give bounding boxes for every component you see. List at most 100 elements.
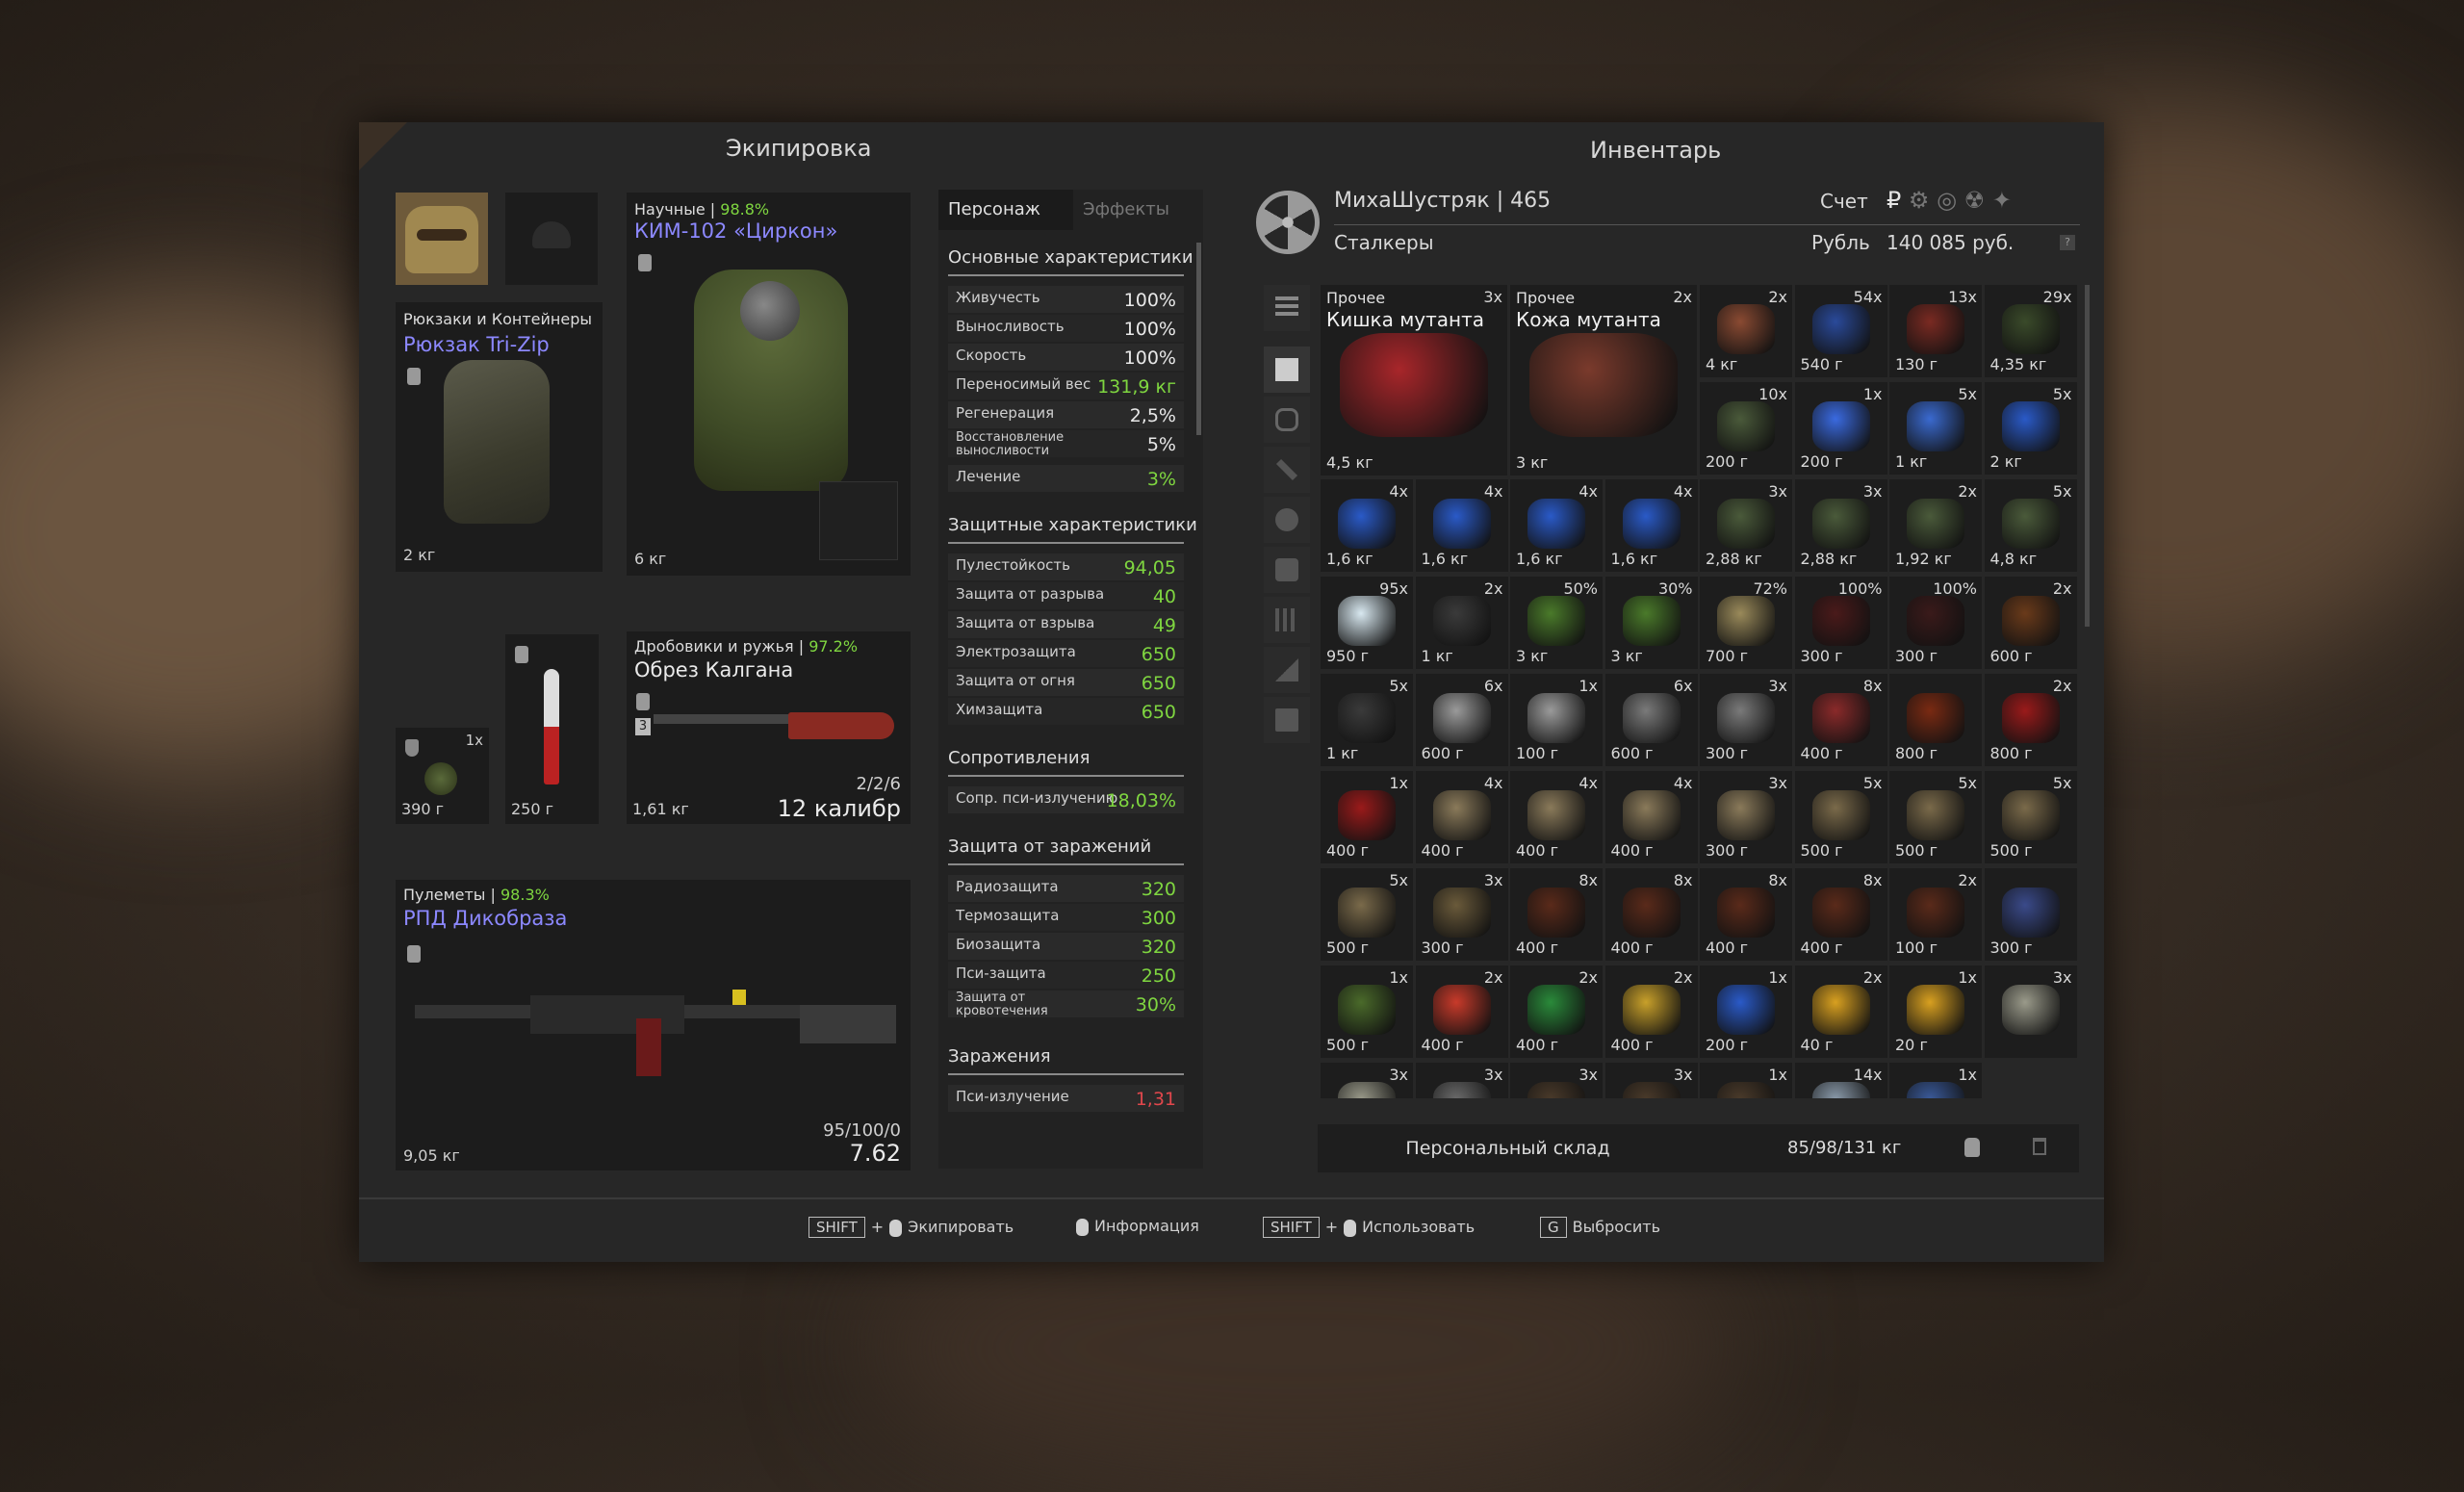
inventory-item[interactable]: 1x 100 г bbox=[1510, 674, 1603, 766]
inventory-item[interactable]: 3x 300 г bbox=[1700, 771, 1792, 863]
inventory-item[interactable]: 2x 400 г bbox=[1510, 965, 1603, 1058]
inventory-item[interactable]: 72% 700 г bbox=[1700, 577, 1792, 669]
inventory-item[interactable]: 8x 400 г bbox=[1794, 868, 1887, 961]
inventory-item[interactable]: 2x 40 г bbox=[1794, 965, 1887, 1058]
inventory-item[interactable]: 3x bbox=[1604, 1063, 1698, 1098]
inventory-item[interactable]: 3x 300 г bbox=[1700, 674, 1792, 766]
tab-character[interactable]: Персонаж bbox=[938, 190, 1073, 230]
inventory-item[interactable]: 1x 200 г bbox=[1794, 382, 1887, 475]
inventory-item[interactable]: 29x 4,35 кг bbox=[1984, 285, 2077, 377]
stat-value: 2,5% bbox=[1129, 405, 1176, 426]
helmet-slot[interactable] bbox=[505, 193, 598, 285]
knife-slot[interactable]: 250 г bbox=[505, 634, 599, 824]
stat-section-title: Защита от заражений bbox=[948, 836, 1152, 857]
inventory-scrollbar[interactable] bbox=[2085, 285, 2090, 627]
inventory-item[interactable]: 4x 400 г bbox=[1415, 771, 1508, 863]
filter-link-icon[interactable] bbox=[1264, 397, 1310, 443]
inventory-item[interactable]: 4x 1,6 кг bbox=[1510, 479, 1603, 572]
filter-artifact-icon[interactable] bbox=[1264, 497, 1310, 543]
tab-effects[interactable]: Эффекты bbox=[1083, 190, 1169, 230]
inventory-item[interactable]: 5x 500 г bbox=[1984, 771, 2077, 863]
inventory-item[interactable]: 2x 800 г bbox=[1984, 674, 2077, 766]
inventory-item[interactable]: 8x 400 г bbox=[1510, 868, 1603, 961]
personal-storage-button[interactable]: Персональный склад bbox=[1318, 1124, 1698, 1172]
inventory-item[interactable]: 3x bbox=[1321, 1063, 1413, 1098]
inventory-item[interactable]: 8x 400 г bbox=[1604, 868, 1698, 961]
armor-mod-slot[interactable] bbox=[819, 481, 898, 560]
backpack-slot[interactable]: Рюкзаки и Контейнеры Рюкзак Tri-Zip 2 кг bbox=[396, 302, 603, 572]
currency-icons[interactable]: ₽ ⚙ ◎ ☢ ✦ bbox=[1886, 187, 2012, 214]
machinegun-slot[interactable]: Пулеметы | 98.3% РПД Дикобраза 95/100/0 … bbox=[396, 880, 911, 1170]
inventory-item[interactable]: 3x 300 г bbox=[1415, 868, 1508, 961]
gear-icon[interactable]: ⚙ bbox=[1909, 187, 1930, 214]
inventory-item[interactable]: 5x 1 кг bbox=[1889, 382, 1982, 475]
inventory-item[interactable]: 4x 400 г bbox=[1604, 771, 1698, 863]
filter-camera-icon[interactable] bbox=[1264, 547, 1310, 593]
grenade-slot[interactable]: 1x 390 г bbox=[396, 728, 489, 824]
inventory-item[interactable]: 3x bbox=[1984, 965, 2077, 1058]
inventory-item[interactable]: 54x 540 г bbox=[1794, 285, 1887, 377]
inventory-item[interactable]: 30% 3 кг bbox=[1604, 577, 1698, 669]
filter-storage-icon[interactable] bbox=[1264, 697, 1310, 743]
inventory-item[interactable]: 95x 950 г bbox=[1321, 577, 1413, 669]
info-icon[interactable]: ? bbox=[2060, 235, 2075, 250]
inventory-item-large[interactable]: Прочее Кишка мутанта 3x 4,5 кг bbox=[1321, 285, 1507, 476]
inventory-item[interactable]: 1x 400 г bbox=[1321, 771, 1413, 863]
inventory-item[interactable]: 50% 3 кг bbox=[1510, 577, 1603, 669]
inventory-item[interactable]: 2x 1 кг bbox=[1415, 577, 1508, 669]
inventory-item[interactable]: 3x 2,88 кг bbox=[1700, 479, 1792, 572]
inventory-item[interactable]: 2x 400 г bbox=[1604, 965, 1698, 1058]
inventory-item[interactable]: 5x 500 г bbox=[1321, 868, 1413, 961]
coin-icon[interactable]: ◎ bbox=[1937, 187, 1957, 214]
inventory-item[interactable]: 5x 1 кг bbox=[1321, 674, 1413, 766]
stats-scrollbar[interactable] bbox=[1196, 243, 1201, 435]
filter-list-view[interactable] bbox=[1264, 285, 1310, 331]
inventory-item[interactable]: 1x bbox=[1700, 1063, 1792, 1098]
inventory-item[interactable]: 1x 20 г bbox=[1889, 965, 1982, 1058]
inventory-item[interactable]: 6x 600 г bbox=[1604, 674, 1698, 766]
inventory-item[interactable]: 3x 2,88 кг bbox=[1794, 479, 1887, 572]
inventory-item[interactable]: 300 г bbox=[1984, 868, 2077, 961]
item-count: 4x bbox=[1578, 774, 1598, 792]
item-weight: 2,88 кг bbox=[1800, 550, 1858, 568]
filter-grid-view[interactable] bbox=[1264, 347, 1310, 393]
inventory-item[interactable]: 4x 400 г bbox=[1510, 771, 1603, 863]
ruble-icon[interactable]: ₽ bbox=[1886, 187, 1901, 214]
inventory-item[interactable]: 3x bbox=[1415, 1063, 1508, 1098]
inventory-item[interactable]: 800 г bbox=[1889, 674, 1982, 766]
inventory-item[interactable]: 2x 4 кг bbox=[1700, 285, 1792, 377]
inventory-item[interactable]: 5x 2 кг bbox=[1984, 382, 2077, 475]
inventory-item[interactable]: 2x 600 г bbox=[1984, 577, 2077, 669]
filter-ammo-icon[interactable] bbox=[1264, 597, 1310, 643]
inventory-item[interactable]: 100% 300 г bbox=[1889, 577, 1982, 669]
inventory-item[interactable]: 14x bbox=[1794, 1063, 1887, 1098]
inventory-item[interactable]: 6x 600 г bbox=[1415, 674, 1508, 766]
trash-icon[interactable] bbox=[2033, 1138, 2046, 1155]
mask-slot[interactable] bbox=[396, 193, 488, 285]
inventory-item[interactable]: 8x 400 г bbox=[1700, 868, 1792, 961]
inventory-item[interactable]: 8x 400 г bbox=[1794, 674, 1887, 766]
inventory-item[interactable]: 5x 500 г bbox=[1889, 771, 1982, 863]
inventory-item[interactable]: 2x 100 г bbox=[1889, 868, 1982, 961]
filter-weapon-icon[interactable] bbox=[1264, 447, 1310, 493]
inventory-item-large[interactable]: Прочее Кожа мутанта 2x 3 кг bbox=[1510, 285, 1697, 476]
inventory-item[interactable]: 10x 200 г bbox=[1700, 382, 1792, 475]
inventory-item[interactable]: 2x 1,92 кг bbox=[1889, 479, 1982, 572]
inventory-item[interactable]: 2x 400 г bbox=[1415, 965, 1508, 1058]
inventory-item[interactable]: 4x 1,6 кг bbox=[1415, 479, 1508, 572]
inventory-item[interactable]: 13x 130 г bbox=[1889, 285, 1982, 377]
armor-slot[interactable]: Научные | 98.8% КИМ-102 «Циркон» 6 кг bbox=[627, 193, 911, 576]
inventory-item[interactable]: 4x 1,6 кг bbox=[1321, 479, 1413, 572]
inventory-item[interactable]: 1x bbox=[1889, 1063, 1982, 1098]
filter-misc-icon[interactable] bbox=[1264, 647, 1310, 693]
token-icon[interactable]: ✦ bbox=[1992, 187, 2012, 214]
inventory-item[interactable]: 5x 4,8 кг bbox=[1984, 479, 2077, 572]
inventory-item[interactable]: 1x 200 г bbox=[1700, 965, 1792, 1058]
radiation-icon[interactable]: ☢ bbox=[1964, 187, 1986, 214]
shotgun-slot[interactable]: Дробовики и ружья | 97.2% Обрез Калгана … bbox=[627, 631, 911, 824]
inventory-item[interactable]: 4x 1,6 кг bbox=[1604, 479, 1698, 572]
inventory-item[interactable]: 1x 500 г bbox=[1321, 965, 1413, 1058]
inventory-item[interactable]: 3x bbox=[1510, 1063, 1603, 1098]
inventory-item[interactable]: 100% 300 г bbox=[1794, 577, 1887, 669]
inventory-item[interactable]: 5x 500 г bbox=[1794, 771, 1887, 863]
